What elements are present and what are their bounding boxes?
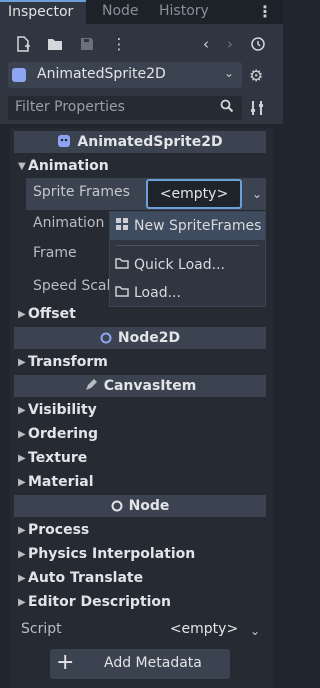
section-process[interactable]: ▶ Process — [14, 518, 266, 542]
search-icon — [220, 99, 234, 117]
chevron-right-icon: ▶ — [18, 309, 26, 320]
menu-separator — [116, 245, 259, 246]
tab-inspector[interactable]: Inspector — [0, 0, 86, 24]
menu-item-quick-load[interactable]: Quick Load... — [110, 251, 265, 279]
chevron-down-icon[interactable]: ⌄ — [252, 187, 262, 201]
script-row: Script <empty> ⌄ — [14, 616, 266, 644]
section-label: Ordering — [28, 426, 99, 442]
forward-icon[interactable]: › — [222, 36, 238, 52]
speed-scale-label: Speed Scale — [33, 278, 120, 294]
inspector-toolbar: ⋮ ‹ › — [0, 24, 283, 64]
menu-item-label: Quick Load... — [134, 257, 225, 273]
object-selector[interactable]: AnimatedSprite2D ⌄ — [8, 62, 242, 88]
object-row: AnimatedSprite2D ⌄ ⚙ — [0, 60, 283, 92]
plus-icon: + — [56, 650, 75, 675]
sprite-frames-dropdown: New SpriteFrames Quick Load... Load... — [109, 211, 266, 307]
back-icon[interactable]: ‹ — [198, 36, 214, 52]
dock-tabs: Inspector Node History ⋮ — [0, 0, 283, 24]
node2d-icon — [100, 329, 112, 351]
sprite-frames-value[interactable]: <empty> — [146, 179, 242, 209]
chevron-down-icon[interactable]: ⌄ — [250, 624, 260, 638]
script-value[interactable]: <empty> — [160, 621, 248, 637]
class-header-node: Node — [14, 495, 266, 517]
section-label: Offset — [28, 306, 76, 322]
tab-history[interactable]: History — [151, 0, 217, 24]
class-title: Node — [128, 498, 170, 514]
folder-icon — [115, 279, 129, 307]
menu-item-label: New SpriteFrames — [134, 218, 262, 234]
class-title: AnimatedSprite2D — [77, 134, 223, 150]
section-label: Physics Interpolation — [28, 546, 196, 562]
chevron-down-icon: ⌄ — [223, 66, 234, 80]
section-transform[interactable]: ▶ Transform — [14, 350, 266, 374]
chevron-right-icon: ▶ — [18, 429, 26, 440]
section-label: Process — [28, 522, 90, 538]
section-label: Visibility — [28, 402, 97, 418]
section-label: Texture — [28, 450, 88, 466]
tab-node[interactable]: Node — [94, 0, 147, 24]
node-icon — [111, 497, 123, 519]
section-editor-description[interactable]: ▶ Editor Description — [14, 590, 266, 614]
section-texture[interactable]: ▶ Texture — [14, 446, 266, 470]
filter-row: Filter Properties — [0, 92, 283, 124]
chevron-right-icon: ▶ — [18, 405, 26, 416]
class-title: CanvasItem — [103, 378, 197, 394]
filter-properties-input[interactable]: Filter Properties — [8, 96, 242, 120]
pencil-icon — [84, 377, 98, 399]
class-header-canvasitem: CanvasItem — [14, 375, 266, 397]
folder-icon — [115, 251, 129, 279]
chevron-down-icon: ▼ — [18, 161, 26, 172]
section-animation[interactable]: ▼ Animation — [14, 154, 266, 178]
history-icon[interactable] — [250, 36, 266, 52]
menu-item-label: Load... — [134, 285, 181, 301]
filter-placeholder: Filter Properties — [15, 99, 125, 115]
chevron-right-icon: ▶ — [18, 597, 26, 608]
open-folder-icon[interactable] — [47, 36, 63, 52]
chevron-right-icon: ▶ — [18, 573, 26, 584]
chevron-right-icon: ▶ — [18, 357, 26, 368]
chevron-right-icon: ▶ — [18, 525, 26, 536]
sprite-frames-label: Sprite Frames — [33, 184, 130, 200]
more-menu-icon[interactable]: ⋮ — [111, 36, 127, 52]
add-metadata-button[interactable]: + Add Metadata — [50, 649, 230, 679]
section-visibility[interactable]: ▶ Visibility — [14, 398, 266, 422]
object-settings-icon[interactable]: ⚙ — [249, 66, 263, 85]
animated-sprite-icon — [12, 68, 26, 82]
section-label: Material — [28, 474, 94, 490]
frame-label: Frame — [33, 245, 77, 261]
chevron-right-icon: ▶ — [18, 477, 26, 488]
section-label: Auto Translate — [28, 570, 144, 586]
class-header-node2d: Node2D — [14, 327, 266, 349]
section-material[interactable]: ▶ Material — [14, 470, 266, 494]
class-title: Node2D — [117, 330, 181, 346]
inspector-tools-icon[interactable] — [250, 100, 264, 120]
script-label: Script — [21, 621, 62, 637]
chevron-right-icon: ▶ — [18, 453, 26, 464]
animation-label: Animation — [33, 215, 105, 231]
class-header-animatedsprite2d: AnimatedSprite2D — [14, 131, 266, 153]
section-ordering[interactable]: ▶ Ordering — [14, 422, 266, 446]
save-icon[interactable] — [79, 36, 95, 52]
section-label: Editor Description — [28, 594, 172, 610]
dock-menu-icon[interactable]: ⋮ — [257, 2, 273, 21]
object-name: AnimatedSprite2D — [37, 66, 166, 82]
section-label: Animation — [28, 158, 109, 174]
animated-sprite-icon — [57, 133, 71, 155]
menu-item-load[interactable]: Load... — [110, 279, 265, 307]
sprite-frames-icon — [115, 212, 129, 240]
section-auto-translate[interactable]: ▶ Auto Translate — [14, 566, 266, 590]
menu-item-new-spriteframes[interactable]: New SpriteFrames — [110, 212, 265, 240]
section-physics-interpolation[interactable]: ▶ Physics Interpolation — [14, 542, 266, 566]
section-label: Transform — [28, 354, 108, 370]
new-resource-icon[interactable] — [15, 36, 31, 52]
chevron-right-icon: ▶ — [18, 549, 26, 560]
add-metadata-label: Add Metadata — [104, 655, 202, 671]
